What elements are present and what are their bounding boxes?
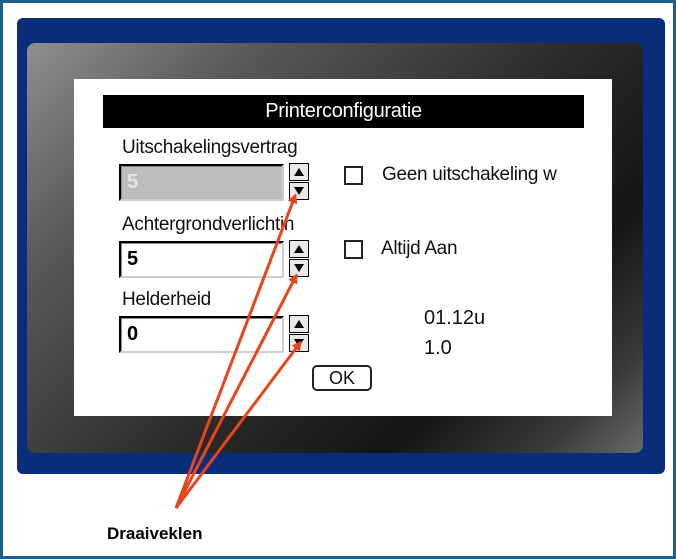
- arrow-to-shutdown-spinner: [174, 193, 298, 509]
- annotation-caption: Draaiveklen: [107, 524, 203, 543]
- arrow-to-brightness-spinner: [174, 340, 302, 509]
- callout-arrows: [174, 193, 302, 509]
- arrow-to-backlight-spinner: [174, 273, 298, 509]
